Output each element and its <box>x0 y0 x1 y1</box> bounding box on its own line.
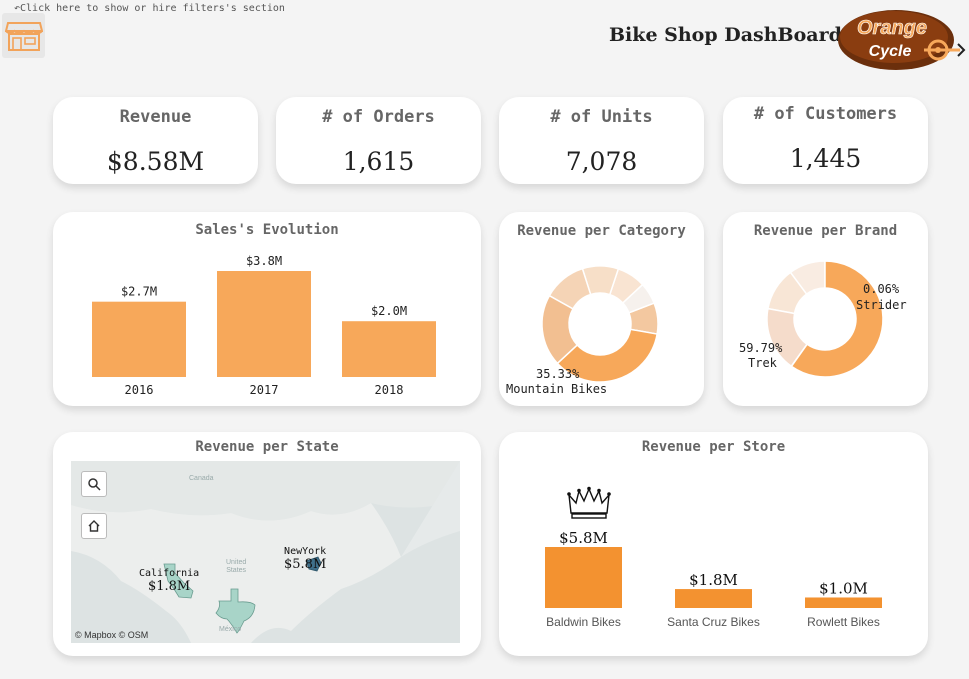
category-label-name: Mountain Bikes <box>506 382 607 396</box>
store-axis-label: Santa Cruz Bikes <box>667 615 760 629</box>
store-axis-label: Rowlett Bikes <box>807 615 880 629</box>
page-title: Bike Shop DashBoard <box>609 24 842 46</box>
kpi-label: # of Orders <box>322 107 435 127</box>
store-bar-label: $5.8M <box>559 529 608 547</box>
crown-icon <box>567 486 611 519</box>
store-axis-label: Baldwin Bikes <box>546 615 621 629</box>
store-bar-chart: $5.8M Baldwin Bikes $1.8M Santa Cruz Bikes $… <box>545 486 882 629</box>
kpi-value: $8.58M <box>106 147 205 176</box>
sales-bar[interactable] <box>342 321 436 377</box>
card-title: Revenue per State <box>195 439 339 455</box>
kpi-value: 7,078 <box>565 147 638 176</box>
brand-donut-chart: 59.79% Trek 0.06% Strider <box>739 260 907 378</box>
logo-text-bottom: Cycle <box>869 43 912 60</box>
orange-cycle-logo: Orange Cycle <box>836 4 968 74</box>
sales-bar-label: $2.7M <box>121 285 157 299</box>
kpi-value: 1,445 <box>789 144 862 173</box>
state-name: NewYork <box>284 546 327 557</box>
state-label-california: California $1.8M <box>139 568 200 594</box>
kpi-label: Revenue <box>119 107 192 127</box>
kpi-card-units: # of Units 7,078 <box>499 97 704 184</box>
brand-label-name: Trek <box>748 356 778 370</box>
store-bar-label: $1.0M <box>819 579 868 597</box>
kpi-card-customers: # of Customers 1,445 <box>723 97 928 184</box>
state-map-card: Revenue per State Canada United States M… <box>53 432 481 656</box>
filter-toggle-hint[interactable]: ↶Click here to show or hire filters's se… <box>14 3 285 14</box>
search-icon <box>88 478 101 491</box>
sales-evolution-chart: $2.7M 2016 $3.8M 2017 $2.0M 2018 <box>92 254 436 397</box>
kpi-card-revenue: Revenue $8.58M <box>53 97 258 184</box>
store-bar[interactable] <box>805 597 882 608</box>
sales-bar[interactable] <box>217 271 311 377</box>
category-label-pct: 35.33% <box>536 367 580 381</box>
state-value: $5.8M <box>284 556 327 572</box>
sales-axis-label: 2016 <box>125 383 154 397</box>
sales-evolution-card: Sales's Evolution $2.7M 2016 $3.8M 2017 $2.0… <box>53 212 481 406</box>
brand-label-name: Strider <box>856 298 907 312</box>
store-icon[interactable] <box>2 13 45 58</box>
state-map[interactable]: Canada United States México © Mapbox © O… <box>71 461 460 643</box>
home-icon <box>88 520 100 532</box>
store-bar[interactable] <box>675 589 752 608</box>
category-donut-chart: 35.33% Mountain Bikes <box>506 265 659 396</box>
map-home-button[interactable] <box>81 513 107 539</box>
kpi-label: # of Units <box>550 107 653 127</box>
sales-bar[interactable] <box>92 301 186 377</box>
logo-text-top: Orange <box>857 17 927 39</box>
brand-card: Revenue per Brand 59.79% Trek 0.06% Stri… <box>723 212 928 406</box>
sales-axis-label: 2018 <box>375 383 404 397</box>
brand-label-pct: 0.06% <box>863 282 900 296</box>
state-value: $1.8M <box>147 578 191 594</box>
kpi-label: # of Customers <box>753 104 898 124</box>
map-country-label: México <box>219 626 242 633</box>
map-credit: © Mapbox © OSM <box>75 630 149 640</box>
map-base <box>71 461 460 643</box>
map-search-button[interactable] <box>81 471 107 497</box>
sales-bar-label: $2.0M <box>371 304 407 318</box>
state-name: California <box>139 568 200 579</box>
brand-label-pct: 59.79% <box>739 341 783 355</box>
map-country-label: United States <box>226 559 247 574</box>
sales-axis-label: 2017 <box>250 383 279 397</box>
store-card: Revenue per Store $5.8M Baldwin Bikes $1.8… <box>499 432 928 656</box>
store-bar[interactable] <box>545 547 622 608</box>
kpi-value: 1,615 <box>342 147 415 176</box>
store-bar-label: $1.8M <box>689 571 738 589</box>
bike-icon <box>924 39 966 61</box>
category-card: Revenue per Category 35.33% Mountain Bik… <box>499 212 704 406</box>
map-country-label: Canada <box>189 475 214 482</box>
sales-bar-label: $3.8M <box>246 254 282 268</box>
state-label-newyork: NewYork $5.8M <box>284 546 327 572</box>
kpi-card-orders: # of Orders 1,615 <box>276 97 481 184</box>
